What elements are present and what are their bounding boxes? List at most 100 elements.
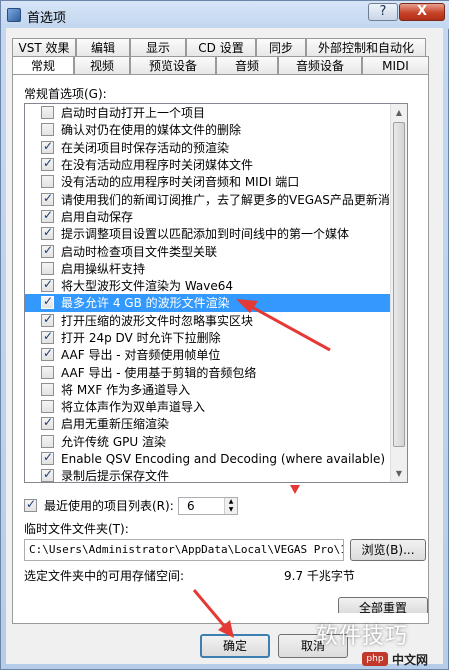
option-row[interactable]: 将立体声作为双单声道导入 — [25, 398, 407, 415]
option-row[interactable]: 请使用我们的新闻订阅推广，去了解更多的VEGAS产品更新消息（ — [25, 190, 407, 207]
option-label: 录制后提示保存文件 — [61, 469, 170, 483]
reset-all-button[interactable]: 全部重置 — [338, 597, 428, 613]
option-label: 将大型波形文件渲染为 Wave64 — [61, 279, 234, 294]
option-checkbox[interactable] — [41, 400, 54, 414]
option-row[interactable]: 启用操纵杆支持 — [25, 260, 407, 277]
option-row[interactable]: 启动时检查项目文件类型关联 — [25, 242, 407, 259]
option-checkbox[interactable] — [41, 365, 54, 379]
scroll-up-icon[interactable]: ▲ — [391, 104, 407, 121]
option-label: 在关闭项目时保存活动的预渲染 — [61, 140, 230, 155]
option-checkbox[interactable] — [41, 277, 54, 293]
option-checkbox[interactable] — [41, 346, 54, 362]
option-row[interactable]: 提示调整项目设置以匹配添加到时间线中的第一个媒体 — [25, 225, 407, 242]
tab-display[interactable]: 显示 — [130, 38, 186, 57]
option-label: Enable QSV Encoding and Decoding (where … — [61, 451, 386, 466]
option-label: 将 MXF 作为多通道导入 — [61, 382, 191, 397]
recent-projects-checkbox[interactable] — [24, 497, 37, 512]
tab-sync[interactable]: 同步 — [256, 38, 306, 57]
tab-midi[interactable]: MIDI — [362, 56, 429, 75]
temp-folder-label: 临时文件文件夹(T): — [24, 522, 129, 536]
spin-arrows-icon[interactable]: ▲ ▼ — [224, 498, 237, 514]
free-space-value: 9.7 千兆字节 — [284, 569, 355, 583]
tab-preview-device[interactable]: 预览设备 — [130, 56, 216, 75]
option-checkbox[interactable] — [41, 156, 54, 172]
option-label: 打开 24p DV 时允许下拉删除 — [61, 331, 221, 345]
option-label: 在没有活动应用程序时关闭媒体文件 — [61, 158, 254, 173]
option-label: 提示调整项目设置以匹配添加到时间线中的第一个媒体 — [61, 227, 350, 242]
option-row[interactable]: 录制后提示保存文件 — [25, 467, 407, 483]
option-checkbox[interactable] — [41, 382, 54, 396]
watermark-badge: php — [362, 652, 388, 666]
recent-projects-count[interactable]: 6 ▲ ▼ — [178, 497, 238, 515]
option-row[interactable]: 没有活动的应用程序时关闭音频和 MIDI 端口 — [25, 173, 407, 190]
option-row[interactable]: 打开压缩的波形文件时忽略事实区块 — [25, 312, 407, 329]
option-label: 启用无重新压缩渲染 — [61, 417, 170, 432]
option-row[interactable]: 启用自动保存 — [25, 208, 407, 225]
option-row[interactable]: 最多允许 4 GB 的波形文件渲染 — [25, 294, 407, 312]
recent-projects-value: 6 — [187, 499, 195, 513]
option-checkbox[interactable] — [41, 294, 54, 310]
option-label: AAF 导出 - 使用基于剪辑的音频包络 — [61, 365, 257, 380]
option-label: 打开压缩的波形文件时忽略事实区块 — [61, 313, 254, 328]
tab-external-control[interactable]: 外部控制和自动化 — [306, 38, 426, 57]
watermark-text: 软件技巧 — [316, 624, 409, 649]
ok-button[interactable]: 确定 — [200, 634, 270, 658]
option-checkbox[interactable] — [41, 191, 54, 206]
option-checkbox[interactable] — [41, 312, 54, 327]
free-space-label: 选定文件夹中的可用存储空间: — [24, 569, 185, 583]
option-label: 允许传统 GPU 渲染 — [61, 434, 166, 449]
tab-audio[interactable]: 音频 — [216, 56, 278, 75]
option-row[interactable]: 在没有活动应用程序时关闭媒体文件 — [25, 156, 407, 173]
tab-video[interactable]: 视频 — [74, 56, 130, 75]
recent-projects-row: 最近使用的项目列表(R): — [24, 497, 174, 514]
option-checkbox[interactable] — [41, 139, 54, 154]
tab-editing[interactable]: 编辑 — [76, 38, 130, 57]
option-checkbox[interactable] — [41, 415, 54, 431]
option-row[interactable]: 允许传统 GPU 渲染 — [25, 433, 407, 450]
option-row[interactable]: Enable QSV Encoding and Decoding (where … — [25, 450, 407, 467]
option-row[interactable]: 确认对仍在使用的媒体文件的删除 — [25, 121, 407, 138]
tab-cd-settings[interactable]: CD 设置 — [186, 38, 256, 57]
help-button[interactable]: ? — [368, 3, 398, 21]
option-label: AAF 导出 - 对音频使用帧单位 — [61, 348, 221, 363]
scroll-down-icon[interactable]: ▼ — [391, 465, 407, 482]
option-checkbox[interactable] — [41, 225, 54, 241]
option-row[interactable]: AAF 导出 - 使用基于剪辑的音频包络 — [25, 363, 407, 380]
option-checkbox[interactable] — [41, 123, 54, 137]
general-options-label: 常规首选项(G): — [24, 87, 107, 101]
option-checkbox[interactable] — [41, 450, 54, 466]
tab-row-front: 常规 视频 预览设备 音频 音频设备 MIDI — [12, 56, 429, 76]
tab-audio-device[interactable]: 音频设备 — [278, 56, 362, 75]
window-title: 首选项 — [27, 11, 67, 26]
option-checkbox[interactable] — [41, 434, 54, 448]
option-checkbox[interactable] — [41, 208, 54, 223]
close-button[interactable]: X — [399, 3, 445, 21]
options-scrollbar[interactable]: ▲ ▼ — [390, 104, 407, 482]
option-checkbox[interactable] — [41, 329, 54, 344]
option-label: 将立体声作为双单声道导入 — [61, 400, 206, 415]
option-row[interactable]: 启用无重新压缩渲染 — [25, 415, 407, 432]
option-row[interactable]: 将 MXF 作为多通道导入 — [25, 381, 407, 398]
watermark-site: 中文网 — [392, 653, 429, 667]
option-checkbox[interactable] — [41, 106, 54, 120]
app-icon — [7, 8, 21, 22]
tab-vst-effects[interactable]: VST 效果 — [12, 38, 76, 57]
temp-folder-path[interactable]: C:\Users\Administrator\AppData\Local\VEG… — [24, 539, 344, 561]
option-checkbox[interactable] — [41, 261, 54, 275]
browse-button[interactable]: 浏览(B)... — [350, 539, 426, 561]
option-row[interactable]: 打开 24p DV 时允许下拉删除 — [25, 329, 407, 346]
option-label: 启动时检查项目文件类型关联 — [61, 244, 218, 259]
option-checkbox[interactable] — [41, 175, 54, 189]
option-checkbox[interactable] — [41, 467, 54, 482]
option-label: 启用操纵杆支持 — [61, 261, 146, 276]
tab-general[interactable]: 常规 — [12, 56, 74, 76]
option-checkbox[interactable] — [41, 243, 54, 258]
general-options-list[interactable]: 启动时自动打开上一个项目确认对仍在使用的媒体文件的删除在关闭项目时保存活动的预渲… — [24, 103, 408, 483]
option-row[interactable]: 在关闭项目时保存活动的预渲染 — [25, 139, 407, 156]
title-bar[interactable]: 首选项 ? X — [1, 1, 449, 29]
option-row[interactable]: 启动时自动打开上一个项目 — [25, 104, 407, 121]
option-row[interactable]: 将大型波形文件渲染为 Wave64 — [25, 277, 407, 294]
scroll-thumb[interactable] — [393, 122, 405, 447]
option-label: 没有活动的应用程序时关闭音频和 MIDI 端口 — [61, 175, 300, 190]
option-row[interactable]: AAF 导出 - 对音频使用帧单位 — [25, 346, 407, 363]
